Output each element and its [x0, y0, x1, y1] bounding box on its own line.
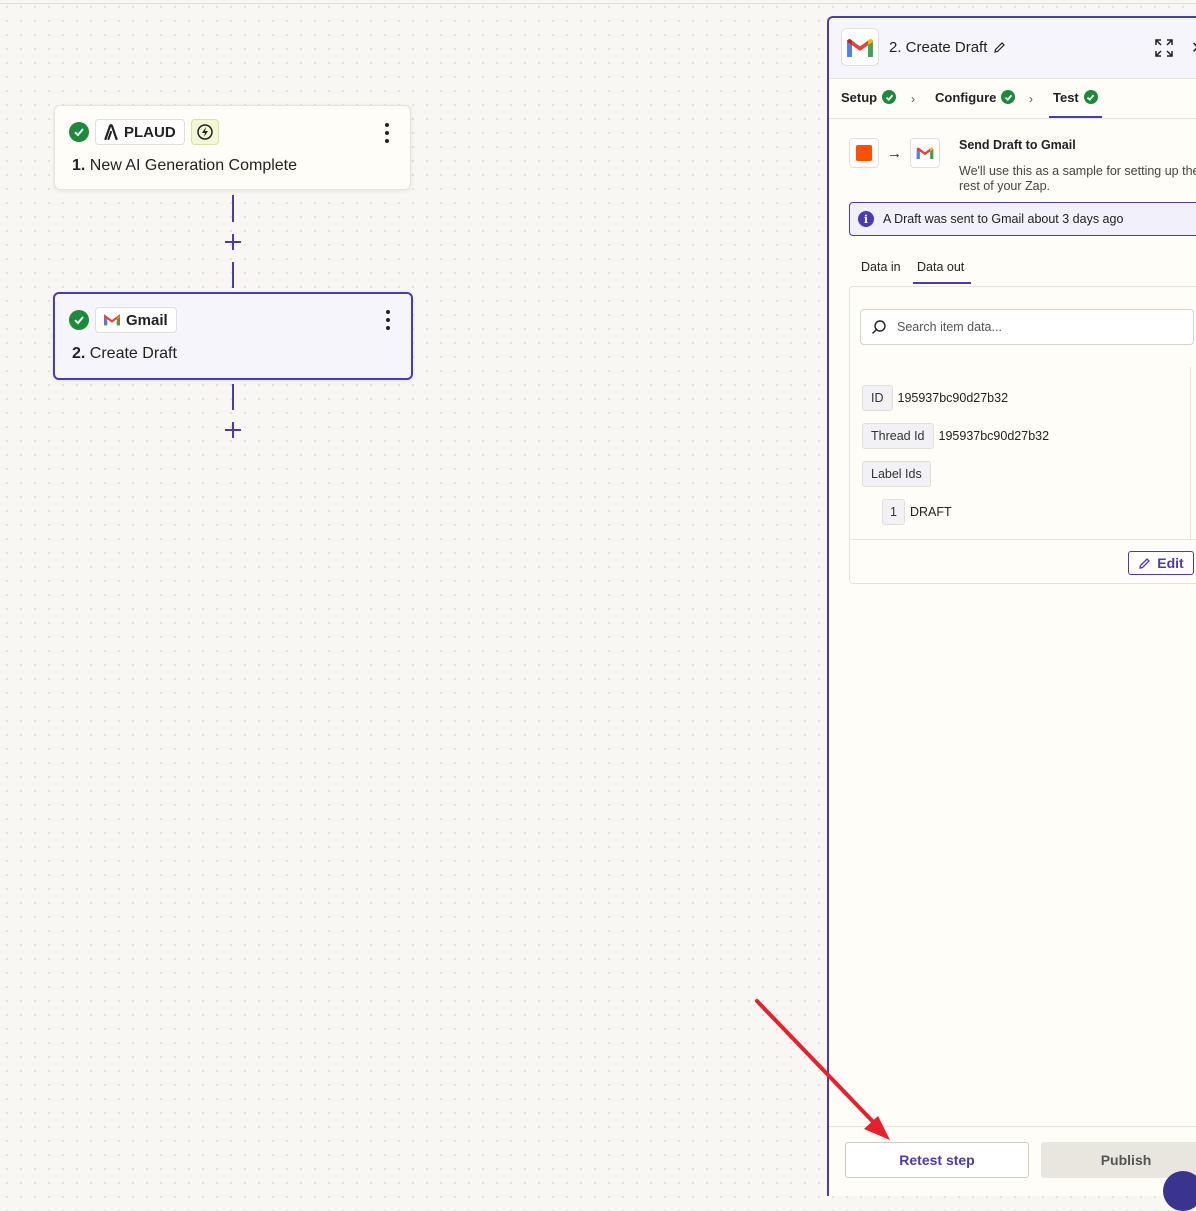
field-key: 1 [882, 499, 905, 525]
step-header: PLAUD [69, 119, 219, 145]
step-number: 2. [72, 345, 86, 362]
search-input-wrapper[interactable] [860, 309, 1194, 345]
scrollbar[interactable] [1190, 367, 1191, 539]
gmail-logo-icon [841, 28, 879, 66]
field-value: DRAFT [909, 505, 952, 519]
step-number: 1. [72, 157, 86, 174]
pencil-icon [1139, 557, 1151, 569]
zapier-logo-icon [849, 138, 879, 168]
expand-icon[interactable] [1155, 39, 1173, 57]
field-key: ID [862, 385, 893, 411]
app-name: PLAUD [124, 123, 176, 141]
flow-diagram: → [849, 138, 940, 168]
step-title-text: Create Draft [89, 345, 177, 362]
step-header: Gmail [69, 307, 177, 333]
edit-button[interactable]: Edit [1128, 551, 1194, 575]
plaud-logo-icon [104, 124, 118, 140]
test-title: Send Draft to Gmail [959, 138, 1076, 152]
more-options-icon[interactable] [384, 123, 390, 143]
tab-configure[interactable]: Configure [935, 78, 1016, 116]
top-divider [0, 3, 1196, 4]
search-icon [872, 320, 886, 334]
panel-tabs: Setup › Configure › Test [829, 78, 1196, 119]
gmail-logo-icon [910, 138, 940, 168]
search-input[interactable] [895, 319, 1169, 335]
step-card-plaud[interactable]: PLAUD 1. New AI Generation Complete [54, 105, 411, 190]
tab-label: Test [1053, 89, 1079, 105]
tab-data-out[interactable]: Data out [913, 258, 971, 284]
data-field-id[interactable]: ID 195937bc90d27b32 [862, 385, 1008, 411]
step-editor-panel: 2. Create Draft ✕ Setup › Configure › Te… [827, 16, 1196, 1196]
tab-test[interactable]: Test [1049, 78, 1102, 118]
data-field-label-item[interactable]: 1 DRAFT [882, 499, 952, 525]
tab-label: Configure [935, 89, 997, 105]
app-chip-gmail: Gmail [95, 307, 177, 333]
check-icon [1001, 90, 1016, 104]
check-icon [1083, 90, 1098, 104]
chevron-right-icon: › [911, 92, 915, 106]
add-step-button[interactable] [224, 233, 242, 251]
field-key: Thread Id [862, 423, 934, 449]
data-field-label-ids[interactable]: Label Ids [862, 461, 931, 487]
tab-setup[interactable]: Setup [841, 78, 897, 116]
chevron-right-icon: › [1029, 92, 1033, 106]
add-step-button[interactable] [224, 421, 242, 439]
tab-label: Setup [841, 89, 878, 105]
field-value: 195937bc90d27b32 [897, 391, 1009, 405]
info-text: A Draft was sent to Gmail about 3 days a… [883, 212, 1124, 226]
step-title: 2. Create Draft [72, 345, 177, 363]
help-chat-button[interactable] [1163, 1171, 1196, 1211]
step-card-gmail[interactable]: Gmail 2. Create Draft [53, 292, 413, 380]
pencil-icon[interactable] [993, 41, 1006, 54]
check-icon [69, 310, 89, 330]
arrow-right-icon: → [887, 144, 902, 162]
more-options-icon[interactable] [385, 310, 391, 330]
connector-line [232, 384, 234, 410]
data-out-box: ID 195937bc90d27b32 Thread Id 195937bc90… [849, 286, 1196, 584]
check-icon [69, 122, 89, 142]
test-description: We'll use this as a sample for setting u… [959, 164, 1196, 193]
connector-line [232, 195, 234, 222]
lightning-bolt-icon [190, 119, 219, 145]
gmail-logo-icon [104, 314, 120, 326]
data-field-thread-id[interactable]: Thread Id 195937bc90d27b32 [862, 423, 1049, 449]
close-icon[interactable]: ✕ [1191, 38, 1196, 58]
panel-header: 2. Create Draft ✕ [829, 18, 1196, 79]
edit-label: Edit [1157, 555, 1184, 571]
check-icon [882, 90, 897, 104]
app-name: Gmail [126, 311, 168, 329]
tab-data-in[interactable]: Data in [861, 258, 911, 284]
connector-line [232, 262, 234, 288]
footer-divider [829, 1126, 1196, 1127]
field-key: Label Ids [862, 461, 931, 487]
retest-step-button[interactable]: Retest step [845, 1142, 1029, 1178]
panel-title[interactable]: 2. Create Draft [889, 39, 1006, 56]
step-title-text: New AI Generation Complete [89, 157, 298, 174]
panel-title-text: 2. Create Draft [889, 39, 988, 56]
info-icon: i [858, 211, 874, 227]
info-banner: i A Draft was sent to Gmail about 3 days… [849, 202, 1196, 236]
step-title: 1. New AI Generation Complete [72, 157, 297, 175]
field-value: 195937bc90d27b32 [938, 429, 1050, 443]
app-chip-plaud: PLAUD [95, 119, 185, 145]
divider [850, 539, 1196, 540]
